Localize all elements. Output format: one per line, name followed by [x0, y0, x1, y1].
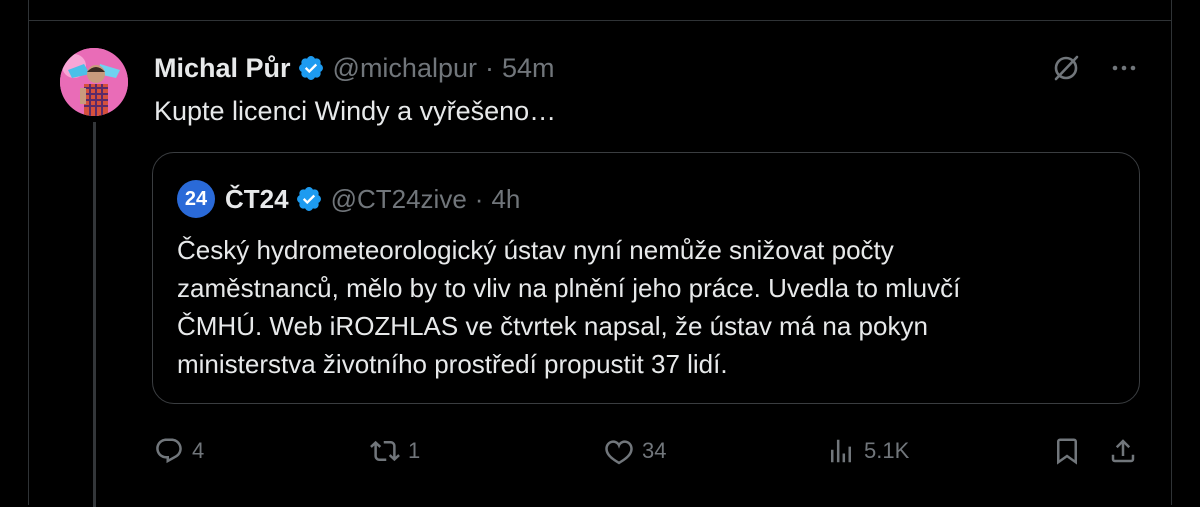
separator: · — [474, 183, 484, 214]
quote-author-handle: @CT24zive — [330, 183, 467, 214]
quote-text-line: ministerstva životního prostředí propust… — [177, 349, 728, 379]
avatar[interactable] — [60, 48, 128, 116]
avatar-image — [60, 48, 128, 116]
reply-button[interactable]: 4 — [154, 426, 204, 476]
quoted-tweet[interactable]: 24 ČT24 @CT24zive · 4h Český hydrometeor… — [152, 152, 1140, 404]
quote-text-line: zaměstnanců, mělo by to vliv na plnění j… — [177, 273, 961, 303]
quote-text: Český hydrometeorologický ústav nyní nem… — [177, 231, 1097, 383]
author-handle[interactable]: @michalpur — [333, 53, 477, 84]
tweet-header: Michal Půr @michalpur · 54m — [154, 50, 555, 86]
more-icon[interactable] — [1108, 52, 1140, 84]
author-name[interactable]: Michal Půr — [154, 53, 291, 84]
grok-icon[interactable] — [1050, 52, 1082, 84]
reply-icon — [156, 438, 182, 464]
reply-count: 4 — [192, 438, 205, 463]
ct24-logo: 24 — [177, 180, 215, 218]
action-bar: 4 1 34 5.1K — [0, 426, 1200, 476]
views-button[interactable]: 5.1K — [826, 426, 909, 476]
verified-badge-icon — [296, 187, 321, 211]
repost-icon — [370, 440, 400, 462]
previous-tweet-border — [28, 0, 1172, 21]
like-count: 34 — [642, 438, 667, 463]
view-count: 5.1K — [864, 438, 910, 463]
quote-header: 24 ČT24 @CT24zive · 4h — [177, 180, 521, 218]
views-icon — [831, 439, 851, 463]
quote-time: 4h — [491, 183, 521, 214]
quote-author-name: ČT24 — [225, 183, 289, 214]
share-button[interactable] — [1108, 426, 1146, 476]
tweet-top-actions — [1050, 52, 1140, 84]
repost-count: 1 — [408, 438, 421, 463]
quote-text-line: ČMHÚ. Web iROZHLAS ve čtvrtek napsal, že… — [177, 311, 928, 341]
share-icon — [1111, 439, 1135, 463]
quote-text-line: Český hydrometeorologický ústav nyní nem… — [177, 235, 894, 265]
like-button[interactable]: 34 — [604, 426, 666, 476]
tweet-text: Kupte licenci Windy a vyřešeno… — [154, 96, 557, 126]
repost-button[interactable]: 1 — [370, 426, 420, 476]
bookmark-icon — [1057, 438, 1077, 465]
separator: · — [484, 52, 494, 83]
tweet-time[interactable]: 54m — [502, 53, 555, 84]
like-icon — [605, 440, 633, 465]
bookmark-button[interactable] — [1052, 426, 1090, 476]
verified-badge-icon — [298, 56, 323, 80]
